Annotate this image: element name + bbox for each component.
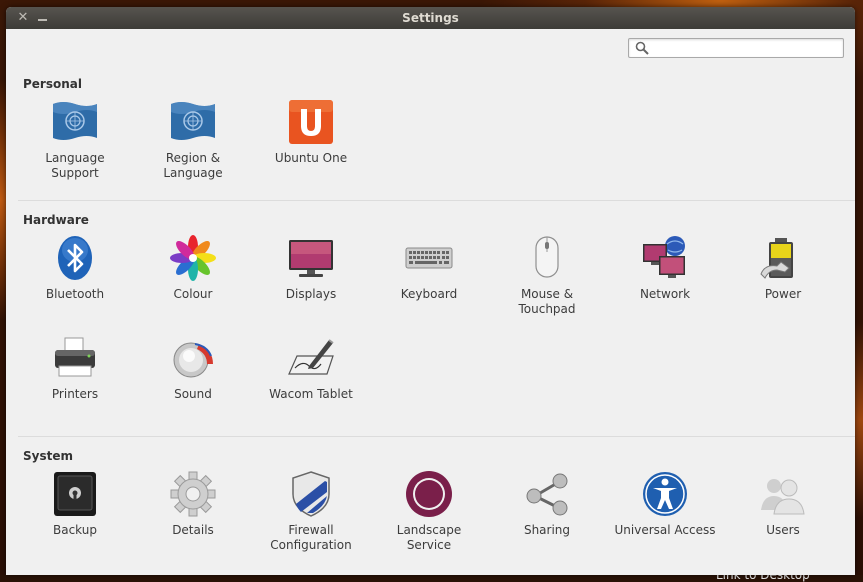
launcher-sound[interactable]: Sound xyxy=(134,334,252,402)
backup-safe-icon xyxy=(54,472,96,516)
power-icon xyxy=(760,238,793,279)
launcher-displays[interactable]: Displays xyxy=(252,234,370,302)
launcher-power[interactable]: Power xyxy=(724,234,842,302)
printers-label: Printers xyxy=(51,387,99,401)
language-support-label: Language Support xyxy=(45,151,105,180)
launcher-mouse-touchpad[interactable]: Mouse & Touchpad xyxy=(488,234,606,317)
sound-label: Sound xyxy=(174,387,212,401)
section-divider xyxy=(18,436,855,437)
section-title-personal: Personal xyxy=(23,77,82,91)
region-language-label: Region & Language xyxy=(163,151,223,180)
power-label: Power xyxy=(764,287,802,301)
landscape-icon xyxy=(406,471,452,517)
printer-icon xyxy=(55,337,95,377)
launcher-landscape-service[interactable]: Landscape Service xyxy=(370,470,488,553)
launcher-sharing[interactable]: Sharing xyxy=(488,470,606,538)
section-divider xyxy=(18,200,855,201)
network-label: Network xyxy=(639,287,691,301)
section-title-system: System xyxy=(23,449,73,463)
wacom-tablet-label: Wacom Tablet xyxy=(269,387,353,401)
launcher-users[interactable]: Users xyxy=(724,470,842,538)
users-icon xyxy=(761,479,805,515)
section-title-hardware: Hardware xyxy=(23,213,89,227)
launcher-region-language[interactable]: Region & Language xyxy=(134,98,252,181)
colour-icon xyxy=(170,235,216,281)
landscape-service-label: Landscape Service xyxy=(396,523,462,552)
keyboard-icon xyxy=(405,247,453,269)
colour-label: Colour xyxy=(173,287,213,301)
universal-access-label: Universal Access xyxy=(614,523,716,537)
universal-access-icon xyxy=(643,472,687,516)
keyboard-label: Keyboard xyxy=(400,287,458,301)
firewall-shield-icon xyxy=(292,471,330,517)
settings-content: Personal Language Support Region & Langu… xyxy=(6,29,855,575)
launcher-language-support[interactable]: Language Support xyxy=(16,98,134,181)
sharing-label: Sharing xyxy=(523,523,571,537)
ubuntu-one-icon xyxy=(289,100,333,144)
wacom-tablet-icon xyxy=(288,339,334,375)
users-label: Users xyxy=(766,523,800,537)
title-bar[interactable]: ✕ Settings xyxy=(6,7,855,29)
sound-icon xyxy=(173,342,213,378)
search-icon xyxy=(635,41,649,55)
launcher-firewall-configuration[interactable]: Firewall Configuration xyxy=(252,470,370,553)
bluetooth-label: Bluetooth xyxy=(45,287,105,301)
search-field[interactable] xyxy=(628,38,844,58)
launcher-keyboard[interactable]: Keyboard xyxy=(370,234,488,302)
launcher-universal-access[interactable]: Universal Access xyxy=(606,470,724,538)
ubuntu-one-label: Ubuntu One xyxy=(274,151,348,165)
search-input[interactable] xyxy=(653,40,839,56)
details-label: Details xyxy=(172,523,214,537)
network-icon xyxy=(643,236,685,278)
displays-label: Displays xyxy=(285,287,337,301)
settings-window: ✕ Settings Personal Language Support Reg… xyxy=(6,7,855,575)
launcher-backup[interactable]: Backup xyxy=(16,470,134,538)
details-gear-icon xyxy=(170,471,216,517)
display-icon xyxy=(289,240,333,277)
mouse-icon xyxy=(535,236,559,278)
firewall-configuration-label: Firewall Configuration xyxy=(270,523,352,552)
window-title: Settings xyxy=(402,11,459,25)
launcher-printers[interactable]: Printers xyxy=(16,334,134,402)
region-flag-icon xyxy=(171,102,215,140)
backup-label: Backup xyxy=(53,523,97,537)
language-flag-icon xyxy=(53,102,97,140)
launcher-details[interactable]: Details xyxy=(134,470,252,538)
launcher-network[interactable]: Network xyxy=(606,234,724,302)
mouse-touchpad-label: Mouse & Touchpad xyxy=(518,287,576,316)
launcher-ubuntu-one[interactable]: Ubuntu One xyxy=(252,98,370,166)
bluetooth-icon xyxy=(58,236,92,280)
launcher-bluetooth[interactable]: Bluetooth xyxy=(16,234,134,302)
launcher-colour[interactable]: Colour xyxy=(134,234,252,302)
launcher-wacom-tablet[interactable]: Wacom Tablet xyxy=(252,334,370,402)
sharing-icon xyxy=(526,473,568,516)
